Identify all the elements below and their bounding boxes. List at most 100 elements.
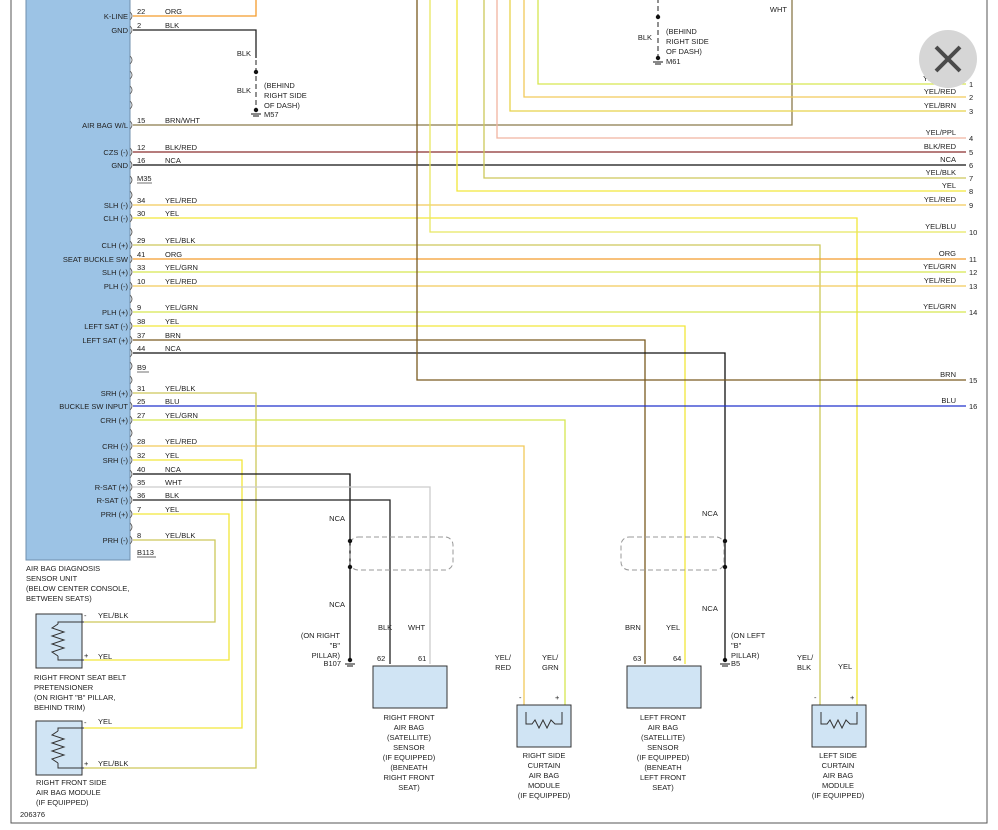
right-front-sensor-caption: SEAT) (398, 783, 420, 792)
ground-note: (BEHIND (264, 81, 295, 90)
right-wire-color-label: YEL/RED (924, 276, 957, 285)
pin-number: 37 (137, 331, 145, 340)
wire-right-4 (496, 0, 966, 139)
pretensioner-caption: BEHIND TRIM) (34, 703, 86, 712)
ground-wire-label: BLK (237, 49, 251, 58)
pin-label: CRH (-) (102, 442, 128, 451)
pin-label: AIR BAG W/L (82, 121, 128, 130)
left-front-sensor-caption: SENSOR (647, 743, 679, 752)
left-side-curtain-caption: AIR BAG (823, 771, 854, 780)
wire-color-label: YEL/BLK (98, 611, 128, 620)
pin-label: LEFT SAT (+) (82, 336, 128, 345)
wire-color-label: YEL/BLK (165, 531, 195, 540)
left-side-curtain-caption: CURTAIN (822, 761, 855, 770)
pin-label: CLH (-) (103, 214, 128, 223)
pin-number: 33 (137, 263, 145, 272)
pin-label: LEFT SAT (-) (84, 322, 128, 331)
pin-label: R-SAT (+) (95, 483, 129, 492)
left-front-sensor-caption: LEFT FRONT (640, 713, 687, 722)
right-wire-color-label: YEL/GRN (923, 262, 956, 271)
pin-number: 16 (137, 156, 145, 165)
wire-color-label: YEL/ (797, 653, 814, 662)
wire-left-sat-minus (133, 325, 686, 664)
right-pin-number: 8 (969, 187, 973, 196)
right-side-curtain-caption: RIGHT SIDE (523, 751, 566, 760)
wire-color-label: NCA (165, 344, 181, 353)
right-pin-number: 5 (969, 148, 973, 157)
wire-right-3 (509, 0, 966, 112)
right-front-sensor-caption: RIGHT FRONT (383, 713, 435, 722)
connector-m35: M35 (137, 174, 152, 183)
splice-dot (253, 107, 259, 113)
wire-color-label: WHT (408, 623, 425, 632)
wire-color-label: YEL/BLK (165, 236, 195, 245)
wire-44-nca (133, 352, 726, 660)
wire-color-label: WHT (770, 5, 787, 14)
wire-color-label: YEL (98, 652, 112, 661)
pin-number: 9 (137, 303, 141, 312)
pin-number: 2 (137, 21, 141, 30)
pin-number: 34 (137, 196, 145, 205)
plus-sign: + (850, 693, 855, 702)
right-pin-number: 11 (969, 255, 977, 264)
wire-color-label: YEL/ (542, 653, 559, 662)
wire-color-label: YEL/BLK (98, 759, 128, 768)
wire-color-label: YEL (165, 317, 179, 326)
left-front-sensor-caption: (BENEATH (644, 763, 681, 772)
right-wire-color-label: YEL/PPL (926, 128, 956, 137)
right-wire-color-label: YEL/RED (924, 195, 957, 204)
right-pin-number: 14 (969, 308, 977, 317)
wire-color-label: BLK (165, 491, 179, 500)
pin-label: R-SAT (-) (97, 496, 129, 505)
wire-color-label: YEL (98, 717, 112, 726)
ground-note: "B" (731, 641, 742, 650)
left-side-curtain-caption: LEFT SIDE (819, 751, 857, 760)
pin-number: 15 (137, 116, 145, 125)
side-airbag-caption: RIGHT FRONT SIDE (36, 778, 107, 787)
right-side-curtain-body (516, 704, 572, 748)
right-pin-number: 15 (969, 376, 977, 385)
minus-sign: - (84, 611, 87, 620)
pretensioner-caption: (ON RIGHT "B" PILLAR, (34, 693, 115, 702)
module-caption: AIR BAG DIAGNOSIS (26, 564, 100, 573)
ground-id: B5 (731, 659, 740, 668)
splice-dot (347, 564, 353, 570)
ground-id: M57 (264, 110, 279, 119)
airbag-diagnosis-sensor-unit (25, 0, 131, 561)
right-pin-number: 4 (969, 134, 973, 143)
diagram-border (10, 0, 988, 824)
wire-color-label: YEL/RED (165, 437, 198, 446)
pin-number: 41 (137, 250, 145, 259)
ground-note: (ON LEFT (731, 631, 766, 640)
wire-color-label: YEL/RED (165, 277, 198, 286)
pin-number: 8 (137, 531, 141, 540)
right-pin-number: 12 (969, 268, 977, 277)
left-side-curtain-body (811, 704, 867, 748)
right-pin-number: 9 (969, 201, 973, 210)
right-front-sensor-caption: (BENEATH (390, 763, 427, 772)
ground-wire-label: BLK (638, 33, 652, 42)
shield-left (620, 536, 725, 571)
pin-label: SLH (-) (104, 201, 129, 210)
wire-left-sat-plus (133, 339, 646, 664)
wire-gnd (133, 29, 257, 45)
right-front-sensor-caption: RIGHT FRONT (383, 773, 435, 782)
right-wire-color-label: YEL/GRN (923, 302, 956, 311)
minus-sign: - (814, 693, 817, 702)
wire-color-label: YEL/ (495, 653, 512, 662)
nca-label: NCA (329, 600, 345, 609)
right-pin-number: 6 (969, 161, 973, 170)
module-caption: (BELOW CENTER CONSOLE, (26, 584, 129, 593)
wire-color-label: RED (495, 663, 511, 672)
wire-airbag-wl (133, 0, 793, 126)
ground-note: OF DASH) (666, 47, 702, 56)
right-wire-color-label: YEL/RED (924, 87, 957, 96)
wire-color-label: YEL (165, 505, 179, 514)
shield-right (349, 536, 454, 571)
pin-number: 44 (137, 344, 145, 353)
close-button[interactable] (919, 30, 977, 88)
wiring-diagram: K-LINE22 ORGGND2 BLKAIR BAG W/L15 BRN/WHTCZ… (10, 0, 988, 824)
ground-wire-label: BLK (237, 86, 251, 95)
wire-color-label: BLU (165, 397, 180, 406)
splice-dot (722, 538, 728, 544)
